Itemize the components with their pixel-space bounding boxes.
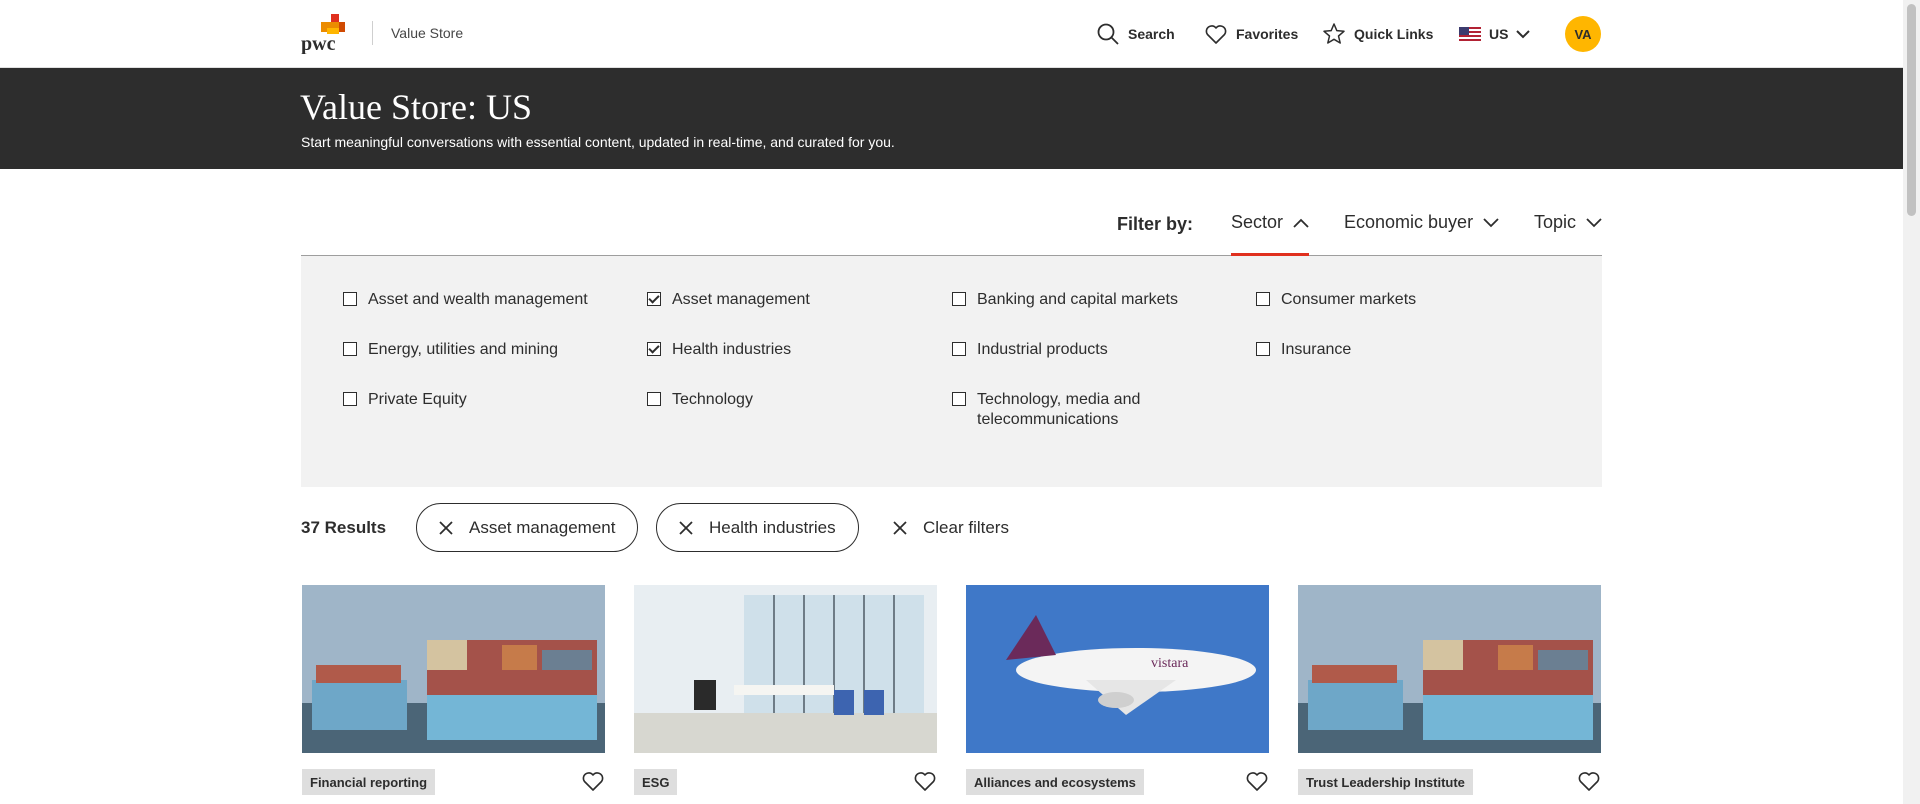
checkbox[interactable] — [952, 292, 966, 306]
active-filter-chip[interactable]: Asset management — [416, 503, 639, 552]
content-card[interactable]: Trust Leadership Institute — [1298, 585, 1601, 804]
checkbox[interactable] — [1256, 292, 1270, 306]
sector-option-label: Energy, utilities and mining — [368, 341, 559, 358]
sector-option-label: Private Equity — [368, 391, 467, 408]
us-flag-icon — [1459, 27, 1481, 41]
filter-tab-label: Topic — [1534, 212, 1577, 232]
card-image-container-ship[interactable] — [1298, 585, 1601, 753]
brand-divider — [372, 21, 373, 45]
sector-option-label: Consumer markets — [1281, 291, 1417, 308]
sector-option-label: Technology — [672, 391, 753, 408]
star-icon — [1323, 23, 1345, 44]
checkbox-checked[interactable] — [647, 342, 661, 356]
sector-option-label: Asset and wealth management — [368, 291, 588, 308]
pwc-logo[interactable]: pwc — [301, 14, 355, 55]
sector-option[interactable]: Insurance — [1256, 340, 1351, 360]
scrollbar-thumb[interactable] — [1907, 4, 1916, 216]
chevron-down-icon — [1586, 217, 1602, 227]
heart-icon[interactable] — [913, 769, 937, 793]
card-image-office-interior[interactable] — [634, 585, 937, 753]
user-avatar[interactable]: VA — [1565, 16, 1601, 52]
active-filter-label: Asset management — [469, 517, 616, 537]
checkbox[interactable] — [343, 342, 357, 356]
card-tag[interactable]: ESG — [634, 769, 678, 795]
quick-links-label: Quick Links — [1354, 26, 1434, 42]
top-header: pwc Value Store Search Favorites Quick L… — [0, 0, 1903, 68]
checkbox[interactable] — [952, 392, 966, 406]
page-scrollbar[interactable] — [1903, 0, 1920, 804]
sector-option[interactable]: Asset management — [647, 290, 810, 310]
nav-favorites[interactable]: Favorites — [1204, 0, 1298, 68]
checkbox[interactable] — [343, 392, 357, 406]
sector-option-label: Banking and capital markets — [977, 291, 1178, 308]
sector-option[interactable]: Technology, media and telecommunications — [952, 390, 1152, 430]
card-image-text: vistara — [1151, 656, 1189, 671]
nav-search[interactable]: Search — [1096, 0, 1175, 68]
card-image-vistara-airplane[interactable]: vistara — [966, 585, 1269, 753]
svg-text:pwc: pwc — [301, 33, 336, 54]
content-card[interactable]: vistara Alliances and ecosystems — [966, 585, 1269, 804]
filter-tab-sector[interactable]: Sector — [1231, 212, 1309, 233]
sector-option[interactable]: Banking and capital markets — [952, 290, 1178, 310]
filter-tab-label: Economic buyer — [1344, 212, 1474, 232]
checkbox-checked[interactable] — [647, 292, 661, 306]
card-tag[interactable]: Alliances and ecosystems — [966, 769, 1144, 795]
sector-option-label: Asset management — [672, 291, 810, 308]
filter-tab-economic-buyer[interactable]: Economic buyer — [1344, 212, 1499, 233]
brand-name: Value Store — [391, 25, 464, 41]
hero-banner: Value Store: US Start meaningful convers… — [0, 68, 1903, 169]
close-icon[interactable] — [679, 520, 693, 535]
heart-icon[interactable] — [581, 769, 605, 793]
sector-option[interactable]: Industrial products — [952, 340, 1108, 360]
sector-option[interactable]: Asset and wealth management — [343, 290, 588, 310]
results-count: 37 Results — [301, 518, 387, 537]
sector-option-label: Insurance — [1281, 341, 1352, 358]
search-label: Search — [1128, 26, 1175, 42]
sector-filter-panel: Asset and wealth management Asset manage… — [301, 256, 1602, 487]
filter-tab-label: Sector — [1231, 212, 1284, 232]
sector-option[interactable]: Consumer markets — [1256, 290, 1416, 310]
checkbox[interactable] — [952, 342, 966, 356]
region-selector[interactable]: US — [1459, 0, 1531, 68]
search-icon — [1097, 23, 1119, 45]
sector-option[interactable]: Health industries — [647, 340, 791, 360]
checkbox[interactable] — [1256, 342, 1270, 356]
card-tag[interactable]: Financial reporting — [302, 769, 436, 795]
sector-option[interactable]: Technology — [647, 390, 753, 410]
sector-option[interactable]: Energy, utilities and mining — [343, 340, 558, 360]
card-image-container-ship[interactable] — [302, 585, 605, 753]
page-subtitle: Start meaningful conversations with esse… — [301, 134, 895, 150]
sector-option-label: Industrial products — [977, 341, 1108, 358]
filter-tab-topic[interactable]: Topic — [1534, 212, 1602, 233]
chevron-down-icon — [1483, 217, 1499, 227]
sector-option-label: Health industries — [672, 341, 792, 358]
active-filter-chip[interactable]: Health industries — [656, 503, 859, 552]
filter-label: Filter by: — [1117, 214, 1194, 234]
sector-option[interactable]: Private Equity — [343, 390, 467, 410]
close-icon — [893, 520, 907, 535]
checkbox[interactable] — [647, 392, 661, 406]
heart-icon[interactable] — [1245, 769, 1269, 793]
filter-bar: Filter by: Sector Economic buyer Topic — [301, 200, 1602, 258]
sector-option-label: Technology, media and telecommunications — [977, 391, 1141, 428]
favorites-label: Favorites — [1236, 26, 1299, 42]
content-card[interactable]: Financial reporting — [302, 585, 605, 804]
checkbox[interactable] — [343, 292, 357, 306]
chevron-down-icon — [1516, 30, 1531, 39]
page-title: Value Store: US — [300, 87, 532, 127]
close-icon[interactable] — [439, 520, 453, 535]
nav-quick-links[interactable]: Quick Links — [1322, 0, 1433, 68]
chevron-up-icon — [1293, 218, 1309, 228]
content-card[interactable]: ESG — [634, 585, 937, 804]
active-filter-label: Health industries — [709, 517, 836, 537]
clear-filters-button[interactable]: Clear filters — [893, 503, 1009, 552]
clear-filters-label: Clear filters — [923, 517, 1009, 537]
card-tag[interactable]: Trust Leadership Institute — [1298, 769, 1473, 795]
heart-icon — [1205, 25, 1227, 44]
heart-icon[interactable] — [1577, 769, 1601, 793]
region-label: US — [1489, 26, 1509, 42]
